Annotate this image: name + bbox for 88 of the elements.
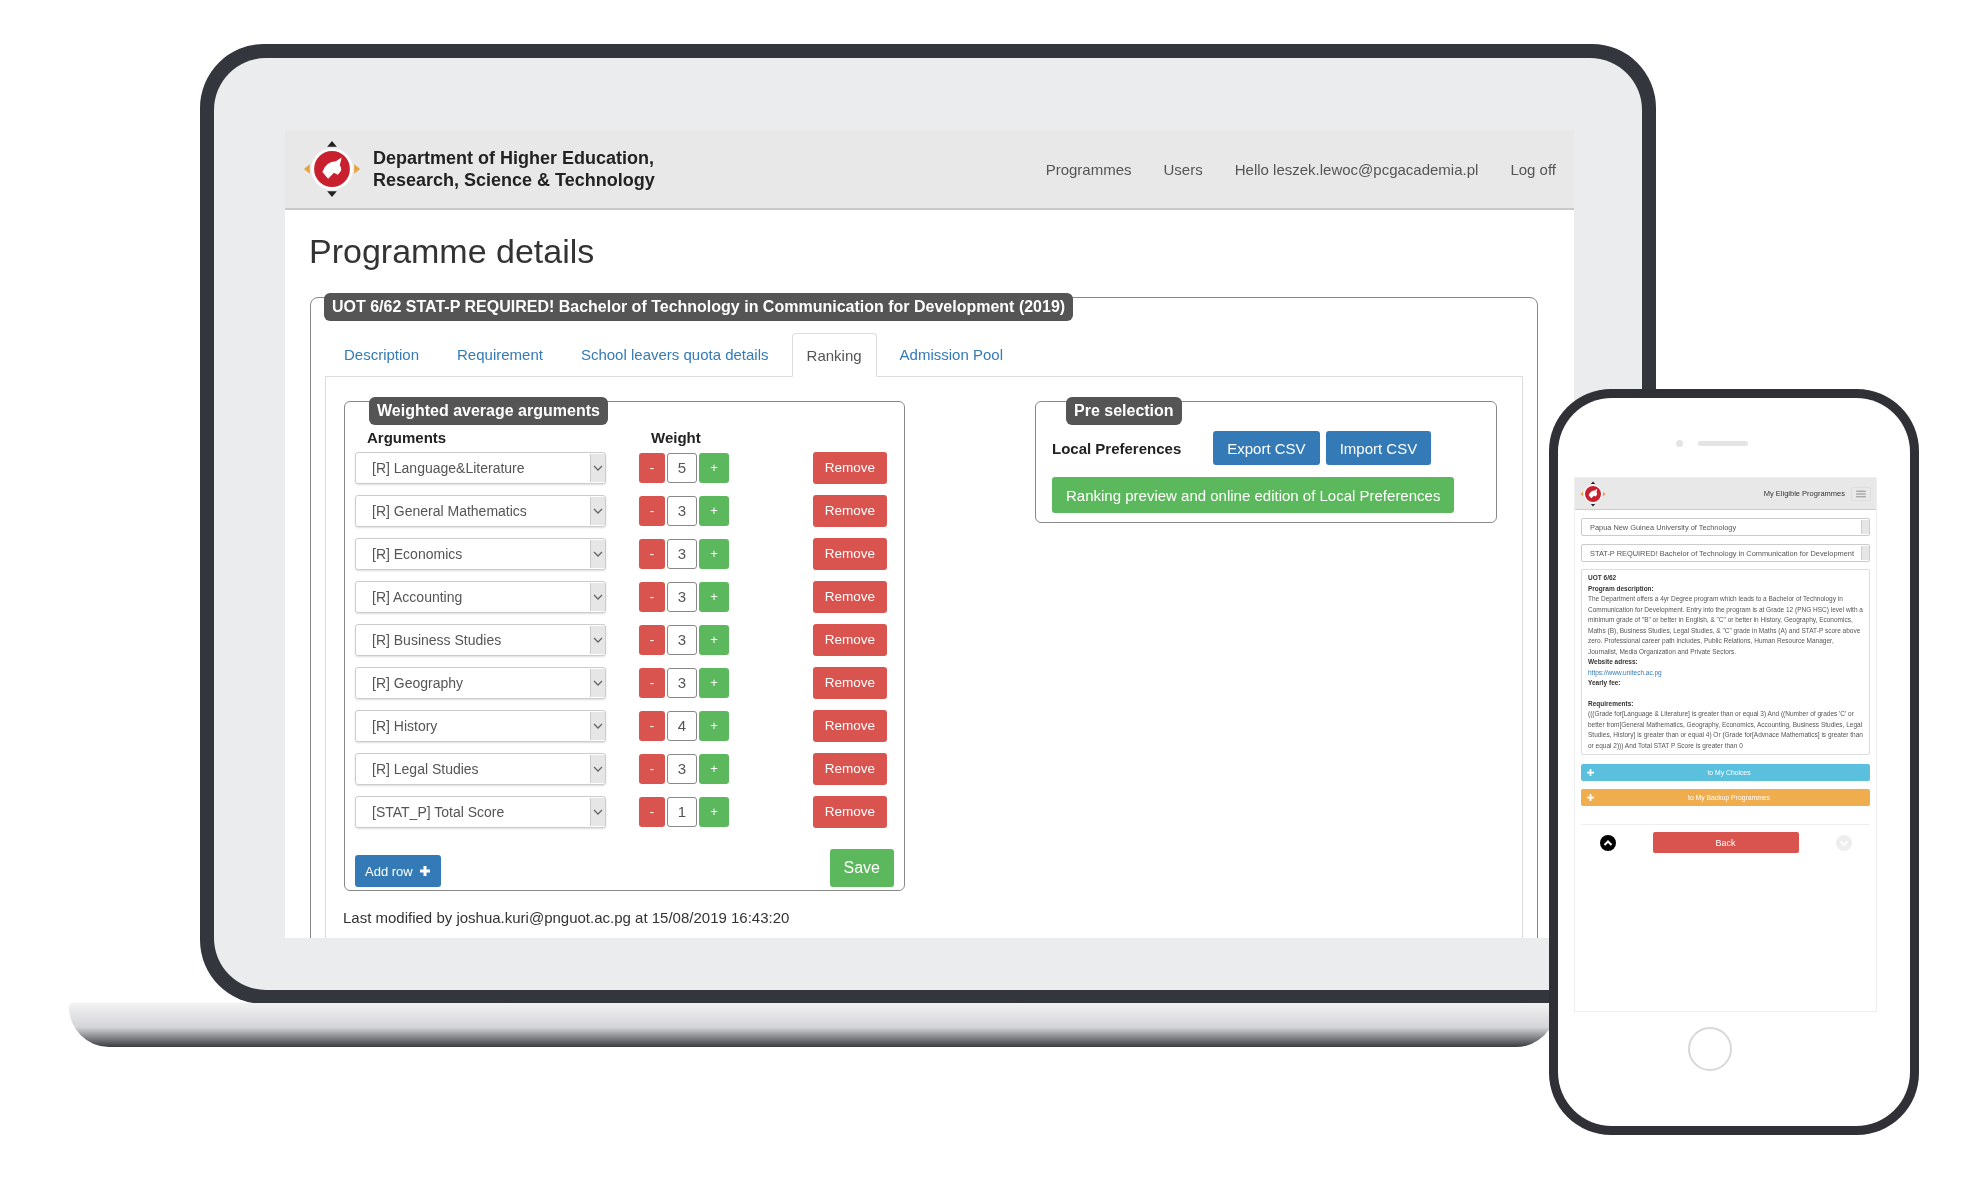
increment-button[interactable]: + [699,667,729,698]
argument-select[interactable]: [STAT_P] Total Score [355,795,606,828]
chevron-down-icon [593,635,603,644]
chevron-down-icon [593,721,603,730]
local-preferences-label: Local Preferences [1052,439,1182,457]
increment-button[interactable]: + [699,452,729,483]
remove-button[interactable]: Remove [813,580,887,613]
scroll-up-icon[interactable] [1599,834,1616,851]
weight-field[interactable]: 1 [667,796,697,827]
weight-field[interactable]: 5 [667,452,697,483]
chevron-down-icon [593,678,603,687]
weight-field[interactable]: 3 [667,624,697,655]
remove-button[interactable]: Remove [813,451,887,484]
nav-link[interactable]: Users [1163,160,1203,178]
plus-icon [1587,769,1594,776]
weight-field[interactable]: 4 [667,710,697,741]
argument-select[interactable]: [R] Business Studies [355,623,606,656]
home-button[interactable] [1688,1027,1732,1071]
remove-button[interactable]: Remove [813,494,887,527]
chevron-down-icon [593,549,603,558]
argument-select[interactable]: [R] Language&Literature [355,451,606,484]
decrement-button[interactable]: - [639,495,665,526]
tab[interactable]: Description [329,333,435,376]
decrement-button[interactable]: - [639,624,665,655]
increment-button[interactable]: + [699,624,729,655]
speaker-slot [1698,441,1748,446]
menu-icon[interactable] [1851,486,1871,501]
import-csv-button[interactable]: Import CSV [1325,431,1432,465]
tab[interactable]: Requirement [442,333,558,376]
increment-button[interactable]: + [699,753,729,784]
panel-legend: Pre selection [1066,397,1182,425]
page-title: Programme details [309,232,596,271]
increment-button[interactable]: + [699,538,729,569]
weight-field[interactable]: 3 [667,581,697,612]
argument-select[interactable]: [R] Economics [355,537,606,570]
weight-field[interactable]: 3 [667,495,697,526]
decrement-button[interactable]: - [639,538,665,569]
remove-button[interactable]: Remove [813,537,887,570]
tab[interactable]: Admission Pool [884,333,1018,376]
weight-field[interactable]: 3 [667,753,697,784]
remove-button[interactable]: Remove [813,623,887,656]
decrement-button[interactable]: - [639,753,665,784]
organisation-name: Department of Higher Education, Research, Science & Technology [373,147,655,191]
plus-icon [1587,794,1594,801]
argument-select[interactable]: [R] Geography [355,666,606,699]
argument-select[interactable]: [R] General Mathematics [355,494,606,527]
camera-dot [1676,440,1683,447]
decrement-button[interactable]: - [639,581,665,612]
plus-icon [418,865,431,877]
nav-link[interactable]: Programmes [1045,160,1132,178]
weight-field[interactable]: 3 [667,667,697,698]
chevron-down-icon [593,592,603,601]
save-button[interactable]: Save [829,849,894,887]
remove-button[interactable]: Remove [813,709,887,742]
programme-legend: UOT 6/62 STAT-P REQUIRED! Bachelor of Technology in Communication for Development (2019) [324,293,1074,321]
crest-logo [1580,480,1606,507]
remove-button[interactable]: Remove [813,666,887,699]
column-header: Weight [651,429,701,446]
argument-select[interactable]: [R] Accounting [355,580,606,613]
chevron-down-icon [593,764,603,773]
tab[interactable]: School leavers quota details [565,333,784,376]
chevron-down-icon [593,506,603,515]
increment-button[interactable]: + [699,495,729,526]
weight-field[interactable]: 3 [667,538,697,569]
panel-legend: Weighted average arguments [369,397,608,425]
last-modified-text: Last modified by joshua.kuri@pnguot.ac.pg at 15/08/2019 16:43:20 [343,909,791,926]
decrement-button[interactable]: - [639,796,665,827]
nav-link[interactable]: Log off [1510,160,1556,178]
increment-button[interactable]: + [699,581,729,612]
decrement-button[interactable]: - [639,452,665,483]
tab[interactable]: Ranking [791,333,877,377]
increment-button[interactable]: + [699,710,729,741]
ranking-preview-button[interactable]: Ranking preview and online edition of Local Preferences [1052,477,1455,513]
back-button[interactable]: Back [1652,832,1799,853]
column-header: Arguments [366,429,448,446]
remove-button[interactable]: Remove [813,795,887,828]
decrement-button[interactable]: - [639,667,665,698]
crest-logo [303,140,361,198]
argument-select[interactable]: [R] History [355,709,606,742]
decrement-button[interactable]: - [639,710,665,741]
add-row-button[interactable]: Add row [355,855,441,887]
nav-link[interactable]: Hello leszek.lewoc@pcgacademia.pl [1234,160,1479,178]
argument-select[interactable]: [R] Legal Studies [355,752,606,785]
remove-button[interactable]: Remove [813,752,887,785]
export-csv-button[interactable]: Export CSV [1213,431,1320,465]
increment-button[interactable]: + [699,796,729,827]
chevron-down-icon [593,463,603,472]
chevron-down-icon [593,807,603,816]
